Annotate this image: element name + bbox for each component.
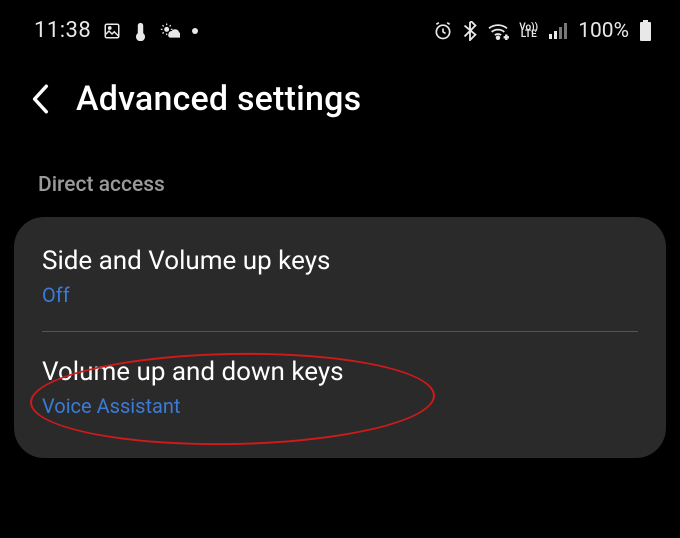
temperature-icon bbox=[133, 21, 148, 41]
battery-icon bbox=[639, 20, 652, 41]
volume-up-down-keys-title: Volume up and down keys bbox=[42, 356, 638, 390]
direct-access-section-label: Direct access bbox=[0, 149, 680, 211]
svg-text:+: + bbox=[505, 33, 509, 40]
alarm-icon bbox=[433, 21, 453, 41]
volume-up-down-keys-row[interactable]: Volume up and down keys Voice Assistant bbox=[14, 334, 666, 438]
page-title: Advanced settings bbox=[76, 79, 361, 119]
volte-bottom: LTE bbox=[521, 31, 537, 38]
volte-icon: Vo)) LTE bbox=[519, 24, 538, 38]
status-right: + Vo)) LTE 100% bbox=[433, 19, 652, 43]
more-notifications-dot bbox=[192, 28, 198, 34]
weather-icon bbox=[160, 22, 180, 40]
wifi-icon: + bbox=[487, 22, 509, 40]
status-left: 11:38 bbox=[34, 18, 198, 43]
divider bbox=[42, 331, 638, 332]
status-bar: 11:38 + Vo)) LTE 100% bbox=[0, 0, 680, 53]
signal-icon bbox=[548, 22, 568, 39]
header: Advanced settings bbox=[0, 53, 680, 149]
bluetooth-icon bbox=[463, 21, 477, 41]
side-volume-up-keys-title: Side and Volume up keys bbox=[42, 245, 638, 279]
side-volume-up-keys-row[interactable]: Side and Volume up keys Off bbox=[14, 223, 666, 327]
picture-icon bbox=[103, 22, 121, 40]
settings-card: Side and Volume up keys Off Volume up an… bbox=[14, 217, 666, 458]
volume-up-down-keys-status: Voice Assistant bbox=[42, 394, 638, 418]
battery-percent: 100% bbox=[578, 19, 629, 43]
side-volume-up-keys-status: Off bbox=[42, 283, 638, 307]
back-icon[interactable] bbox=[28, 83, 54, 115]
clock: 11:38 bbox=[34, 18, 91, 43]
